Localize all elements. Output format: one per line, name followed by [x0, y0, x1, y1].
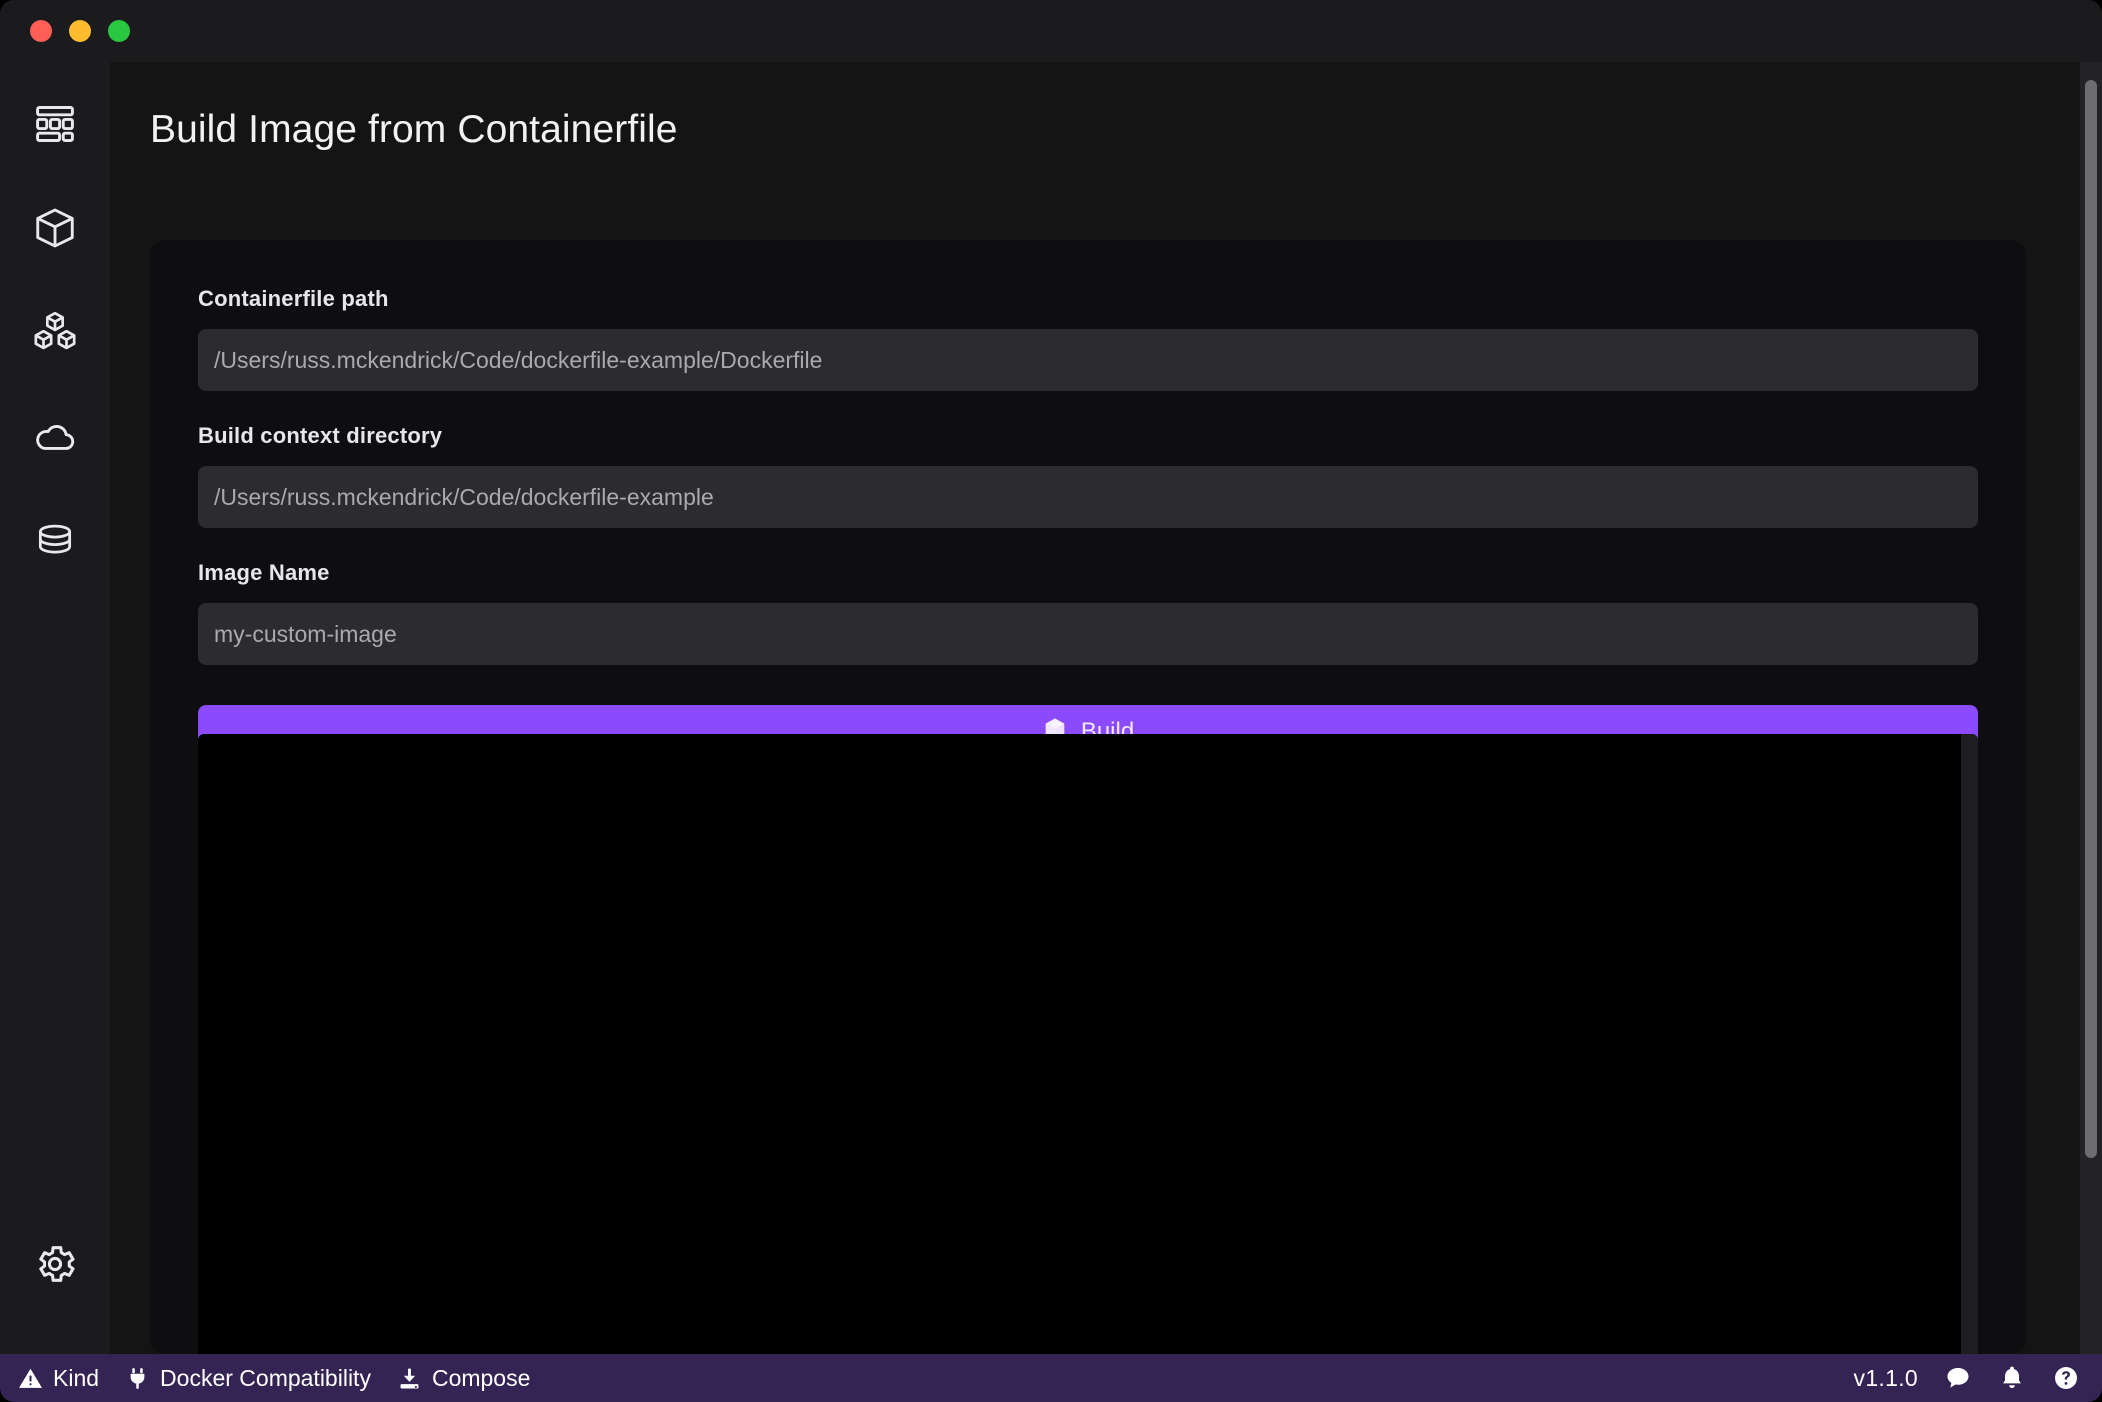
- status-item-kind-label: Kind: [53, 1364, 100, 1391]
- status-item-docker-compatibility-label: Docker Compatibility: [160, 1364, 371, 1391]
- database-icon: [33, 518, 77, 562]
- status-item-docker-compatibility[interactable]: Docker Compatibility: [125, 1365, 371, 1392]
- sidebar-item-volumes[interactable]: [19, 504, 91, 576]
- main-content: Build Image from Containerfile Container…: [110, 62, 2102, 1354]
- window-close-button[interactable]: [30, 20, 52, 42]
- sidebar-item-images[interactable]: [19, 296, 91, 368]
- download-icon: [397, 1366, 422, 1391]
- sidebar-item-containers[interactable]: [19, 192, 91, 264]
- bell-icon[interactable]: [1998, 1364, 2026, 1392]
- status-bar-right: v1.1.0: [1854, 1364, 2080, 1392]
- main-scrollbar[interactable]: [2080, 62, 2102, 1354]
- status-bar: Kind Docker Compatibility Compose v1.1.0: [0, 1354, 2102, 1402]
- status-item-compose[interactable]: Compose: [397, 1365, 530, 1392]
- containerfile-path-input[interactable]: [198, 329, 1978, 391]
- main-scrollbar-thumb[interactable]: [2085, 80, 2097, 1158]
- build-context-label: Build context directory: [198, 423, 443, 448]
- build-log-text: [198, 734, 1978, 758]
- build-context-input[interactable]: [198, 466, 1978, 528]
- sidebar-item-settings[interactable]: [19, 1228, 91, 1300]
- build-log-output: [198, 734, 1978, 1354]
- help-circle-icon[interactable]: [2052, 1364, 2080, 1392]
- build-form-card: Containerfile path Build context directo…: [150, 240, 2026, 1354]
- cloud-icon: [32, 413, 78, 459]
- sidebar-item-dashboard[interactable]: [19, 88, 91, 160]
- dashboard-icon: [33, 102, 77, 146]
- containerfile-path-label: Containerfile path: [198, 286, 389, 311]
- sidebar: [0, 62, 110, 1354]
- sidebar-item-pods[interactable]: [19, 400, 91, 472]
- gear-icon: [32, 1241, 78, 1287]
- container-box-icon: [32, 205, 78, 251]
- status-item-compose-label: Compose: [431, 1364, 531, 1391]
- window-titlebar: [0, 0, 2102, 62]
- window-minimize-button[interactable]: [69, 20, 91, 42]
- window-maximize-button[interactable]: [108, 20, 130, 42]
- status-item-kind[interactable]: Kind: [18, 1365, 99, 1392]
- images-stack-icon: [32, 309, 78, 355]
- warning-triangle-icon: [18, 1366, 43, 1391]
- page-title: Build Image from Containerfile: [150, 108, 678, 151]
- app-body: Build Image from Containerfile Container…: [0, 62, 2102, 1354]
- app-version-label: v1.1.0: [1853, 1364, 1918, 1391]
- build-log-scrollbar[interactable]: [1961, 734, 1978, 1354]
- status-bar-left: Kind Docker Compatibility Compose: [18, 1365, 530, 1392]
- plug-icon: [125, 1366, 150, 1391]
- chat-bubble-icon[interactable]: [1944, 1364, 1972, 1392]
- app-window: Build Image from Containerfile Container…: [0, 0, 2102, 1402]
- image-name-input[interactable]: [198, 603, 1978, 665]
- image-name-label: Image Name: [198, 560, 330, 585]
